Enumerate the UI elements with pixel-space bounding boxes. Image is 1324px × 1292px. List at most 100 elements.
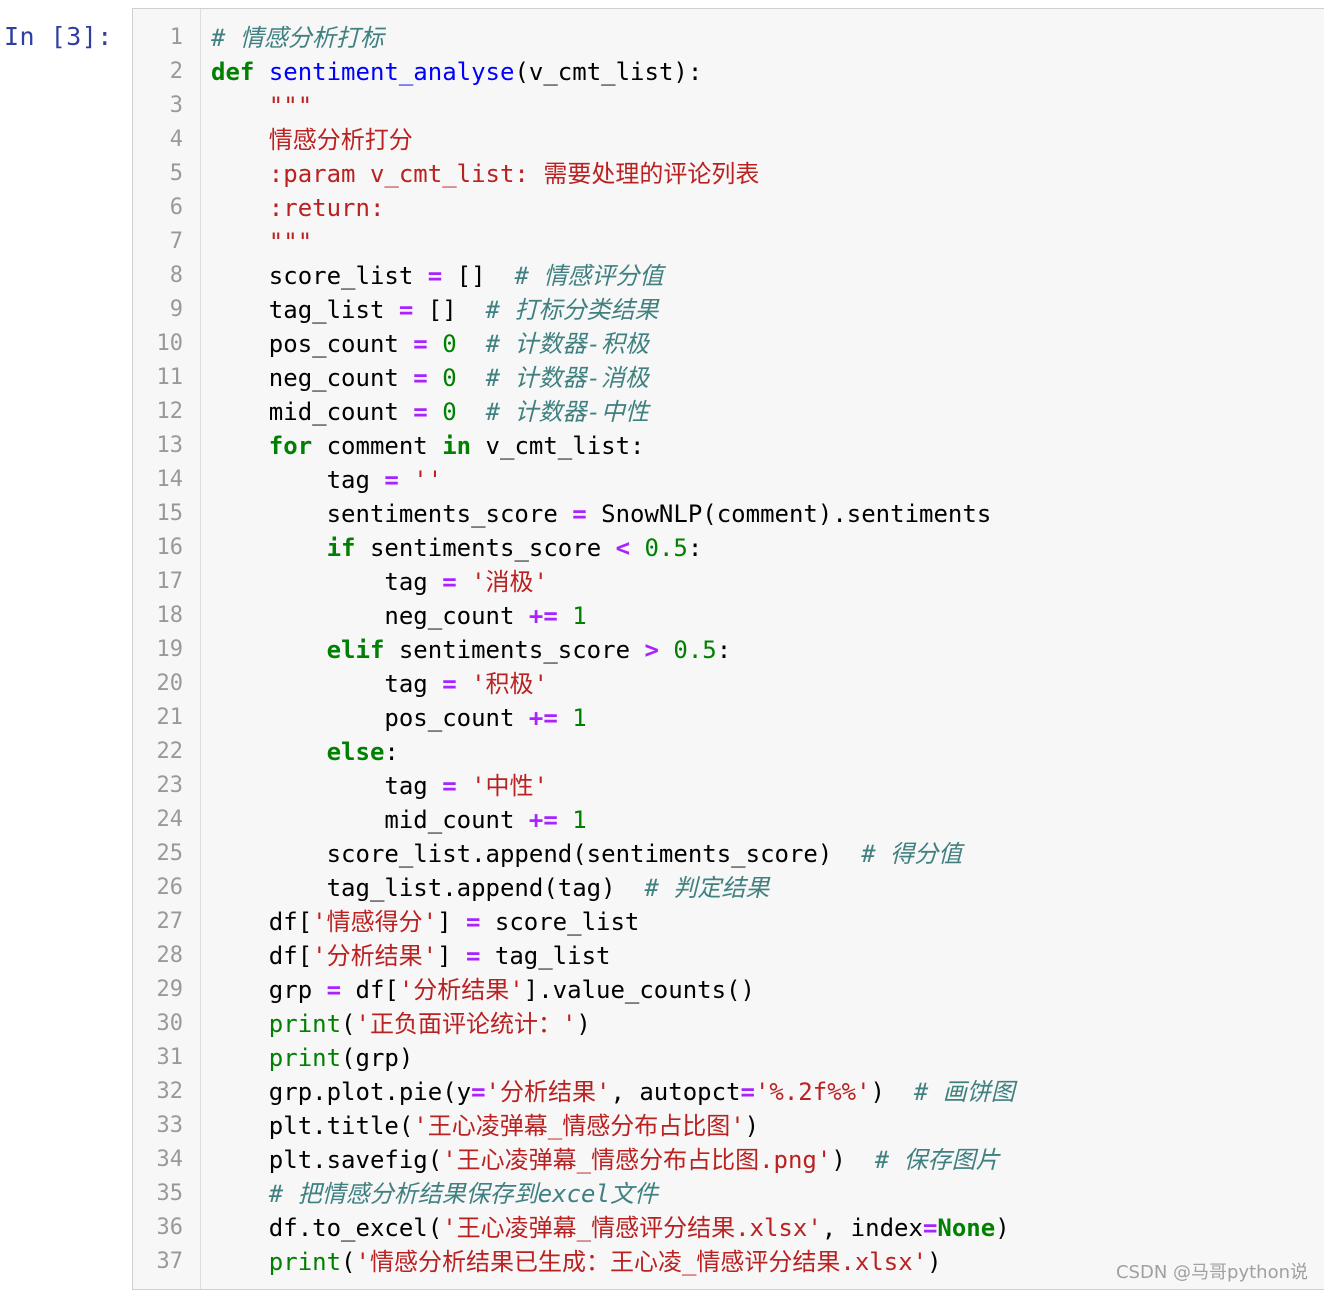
code-line[interactable]: 29 grp = df['分析结果'].value_counts() (133, 973, 1324, 1007)
code-token: = (465, 908, 481, 936)
code-text: """ (211, 225, 312, 259)
line-number: 5 (169, 161, 183, 186)
code-token: ) (744, 1112, 760, 1140)
code-token: plt.title( (211, 1112, 414, 1140)
code-line[interactable]: 15 sentiments_score = SnowNLP(comment).s… (133, 497, 1324, 531)
code-line[interactable]: 30 print('正负面评论统计：') (133, 1007, 1324, 1041)
code-line[interactable]: 36 df.to_excel('王心凌弹幕_情感评分结果.xlsx', inde… (133, 1211, 1324, 1245)
line-number: 36 (156, 1215, 184, 1240)
code-token: sentiment_analyse (268, 58, 515, 86)
code-token: = (326, 976, 342, 1004)
code-line[interactable]: 5 :param v_cmt_list: 需要处理的评论列表 (133, 157, 1324, 191)
code-token: # 情感评分值 (514, 262, 664, 290)
code-text: for comment in v_cmt_list: (211, 429, 645, 463)
line-number: 6 (169, 195, 183, 220)
code-line[interactable]: 10 pos_count = 0 # 计数器-积极 (133, 327, 1324, 361)
code-token: '分析结果' (312, 942, 438, 970)
code-line[interactable]: 9 tag_list = [] # 打标分类结果 (133, 293, 1324, 327)
code-text: pos_count += 1 (211, 701, 586, 735)
code-line[interactable]: 27 df['情感得分'] = score_list (133, 905, 1324, 939)
code-text: # 情感分析打标 (211, 21, 384, 55)
code-token: ) (995, 1214, 1010, 1242)
code-line[interactable]: 22 else: (133, 735, 1324, 769)
code-line[interactable]: 4 情感分析打分 (133, 123, 1324, 157)
line-number: 13 (156, 433, 184, 458)
code-line[interactable]: 8 score_list = [] # 情感评分值 (133, 259, 1324, 293)
code-token: :return: (268, 194, 385, 222)
code-line[interactable]: 20 tag = '积极' (133, 667, 1324, 701)
code-line[interactable]: 3 """ (133, 89, 1324, 123)
code-token: print (268, 1010, 342, 1038)
line-number: 31 (156, 1045, 184, 1070)
code-line[interactable]: 24 mid_count += 1 (133, 803, 1324, 837)
code-token: = (442, 670, 457, 698)
code-line[interactable]: 16 if sentiments_score < 0.5: (133, 531, 1324, 565)
code-token: df[ (211, 908, 313, 936)
code-line[interactable]: 12 mid_count = 0 # 计数器-中性 (133, 395, 1324, 429)
line-number: 10 (156, 331, 184, 356)
code-token: = (922, 1214, 938, 1242)
code-token: 1 (572, 806, 587, 834)
code-token: tag (211, 670, 443, 698)
code-token: , autopct (610, 1078, 741, 1106)
code-line[interactable]: 21 pos_count += 1 (133, 701, 1324, 735)
code-line[interactable]: 18 neg_count += 1 (133, 599, 1324, 633)
code-token: = (740, 1078, 755, 1106)
line-number: 1 (169, 25, 183, 50)
code-token: # 计数器-消极 (485, 364, 649, 392)
code-editor[interactable]: 1 # 情感分析打标 2 def sentiment_analyse(v_cmt_li… (133, 21, 1324, 1279)
code-line[interactable]: 23 tag = '中性' (133, 769, 1324, 803)
code-token: # 得分值 (861, 840, 963, 868)
code-line[interactable]: 17 tag = '消极' (133, 565, 1324, 599)
code-token: else (326, 738, 385, 766)
code-text: :param v_cmt_list: 需要处理的评论列表 (211, 157, 760, 191)
code-token: '分析结果' (398, 976, 524, 1004)
notebook-cell-area: In [3]: 1 # 情感分析打标 2 def sentiment_analyse(… (0, 0, 1324, 1292)
code-line[interactable]: 1 # 情感分析打标 (133, 21, 1324, 55)
code-line[interactable]: 6 :return: (133, 191, 1324, 225)
code-line[interactable]: 34 plt.savefig('王心凌弹幕_情感分布占比图.png') # 保存… (133, 1143, 1324, 1177)
code-line[interactable]: 31 print(grp) (133, 1041, 1324, 1075)
code-cell[interactable]: 1 # 情感分析打标 2 def sentiment_analyse(v_cmt_li… (132, 8, 1324, 1290)
code-line[interactable]: 25 score_list.append(sentiments_score) #… (133, 837, 1324, 871)
line-number: 18 (156, 603, 184, 628)
code-token: = (413, 364, 428, 392)
code-line[interactable]: 35 # 把情感分析结果保存到excel文件 (133, 1177, 1324, 1211)
line-number: 24 (156, 807, 184, 832)
code-token: df.to_excel( (211, 1214, 443, 1242)
code-line[interactable]: 33 plt.title('王心凌弹幕_情感分布占比图') (133, 1109, 1324, 1143)
code-line[interactable]: 11 neg_count = 0 # 计数器-消极 (133, 361, 1324, 395)
code-token: < (615, 534, 631, 562)
line-number: 29 (156, 977, 184, 1002)
code-token: = (572, 500, 587, 528)
code-token: score_list.append(sentiments_score) (211, 840, 862, 868)
code-line[interactable]: 7 """ (133, 225, 1324, 259)
code-token: # 把情感分析结果保存到excel文件 (268, 1180, 658, 1208)
code-line[interactable]: 32 grp.plot.pie(y='分析结果', autopct='%.2f%… (133, 1075, 1324, 1109)
code-token: sentiments_score (384, 636, 645, 664)
code-text: 情感分析打分 (211, 123, 413, 157)
code-line[interactable]: 2 def sentiment_analyse(v_cmt_list): (133, 55, 1324, 89)
code-token: = (442, 568, 457, 596)
code-line[interactable]: 13 for comment in v_cmt_list: (133, 429, 1324, 463)
code-token: : (384, 738, 399, 766)
code-line[interactable]: 19 elif sentiments_score > 0.5: (133, 633, 1324, 667)
code-text: pos_count = 0 # 计数器-积极 (211, 327, 649, 361)
line-number: 21 (156, 705, 184, 730)
code-token: '消极' (471, 568, 548, 596)
code-line[interactable]: 14 tag = '' (133, 463, 1324, 497)
code-line[interactable]: 26 tag_list.append(tag) # 判定结果 (133, 871, 1324, 905)
code-token: df[ (341, 976, 399, 1004)
code-token: = (398, 296, 414, 324)
code-token: 0.5 (644, 534, 688, 562)
code-line[interactable]: 28 df['分析结果'] = tag_list (133, 939, 1324, 973)
code-token: grp.plot.pie(y (211, 1078, 472, 1106)
code-token: if (326, 534, 356, 562)
